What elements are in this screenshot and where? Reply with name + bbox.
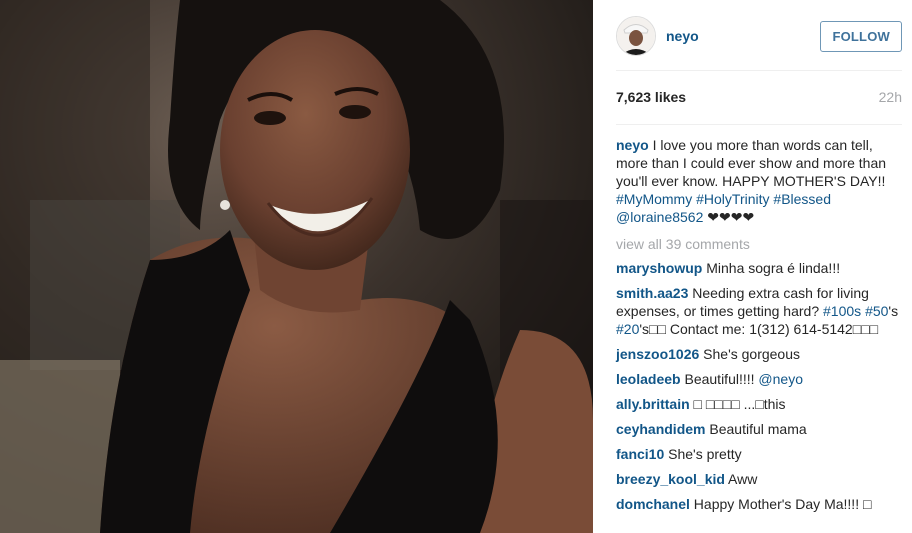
comment-text: 's□□ Contact me: 1(312) 614-5142□□□: [639, 321, 879, 337]
comment: smith.aa23 Needing extra cash for living…: [616, 284, 902, 338]
comment-text: □ □□□□ ...□this: [689, 396, 786, 412]
hashtag-link[interactable]: #Blessed: [773, 191, 831, 207]
comment-text: Happy Mother's Day Ma!!!! □: [689, 496, 872, 512]
view-all-comments-link[interactable]: view all 39 comments: [616, 236, 902, 252]
avatar-image: [617, 17, 655, 55]
comment: ally.brittain □ □□□□ ...□this: [616, 395, 902, 413]
hashtag-link[interactable]: #100s: [823, 303, 861, 319]
comment-text: Minha sogra é linda!!!: [702, 260, 841, 276]
caption-hearts: ❤❤❤❤: [703, 209, 755, 225]
hashtag-link[interactable]: #50: [865, 303, 888, 319]
comment-text: Aww: [724, 471, 758, 487]
comment-username[interactable]: fanci10: [616, 446, 664, 462]
comment-username[interactable]: ally.brittain: [616, 396, 690, 412]
comment: domchanel Happy Mother's Day Ma!!!! □: [616, 495, 902, 513]
mention-link[interactable]: @neyo: [758, 371, 803, 387]
caption: neyo I love you more than words can tell…: [616, 136, 902, 226]
like-count[interactable]: 7,623 likes: [616, 89, 686, 105]
divider: [616, 124, 902, 125]
caption-username[interactable]: neyo: [616, 137, 649, 153]
comment-text: Beautiful!!!!: [680, 371, 759, 387]
comment-username[interactable]: breezy_kool_kid: [616, 471, 725, 487]
likes-row: 7,623 likes 22h: [616, 89, 902, 105]
comment: breezy_kool_kid Aww: [616, 470, 902, 488]
post-header: neyo FOLLOW: [616, 0, 902, 71]
comment-username[interactable]: domchanel: [616, 496, 690, 512]
post-time[interactable]: 22h: [879, 89, 902, 105]
hashtag-link[interactable]: #20: [616, 321, 639, 337]
comment: ceyhandidem Beautiful mama: [616, 420, 902, 438]
comment-text: She's pretty: [664, 446, 742, 462]
comment-text: 's: [888, 303, 899, 319]
comment-text: She's gorgeous: [699, 346, 801, 362]
follow-button[interactable]: FOLLOW: [820, 20, 902, 52]
comment-text: Beautiful mama: [705, 421, 807, 437]
post-photo[interactable]: [0, 0, 593, 533]
comment-username[interactable]: leoladeeb: [616, 371, 681, 387]
caption-text: I love you more than words can tell, mor…: [616, 137, 887, 189]
comment: leoladeeb Beautiful!!!! @neyo: [616, 370, 902, 388]
mention-link[interactable]: @loraine8562: [616, 209, 703, 225]
username-link[interactable]: neyo: [666, 28, 699, 44]
hashtag-link[interactable]: #HolyTrinity: [696, 191, 769, 207]
comment: fanci10 She's pretty: [616, 445, 902, 463]
comment-username[interactable]: smith.aa23: [616, 285, 688, 301]
selfie-image: [0, 0, 593, 533]
hashtag-link[interactable]: #MyMommy: [616, 191, 692, 207]
comment: maryshowup Minha sogra é linda!!!: [616, 259, 902, 277]
comment-username[interactable]: jenszoo1026: [616, 346, 699, 362]
avatar[interactable]: [616, 16, 656, 56]
comment-username[interactable]: ceyhandidem: [616, 421, 705, 437]
post-side-panel: neyo FOLLOW 7,623 likes 22h neyo I love …: [593, 0, 912, 533]
comment-username[interactable]: maryshowup: [616, 260, 702, 276]
comment: jenszoo1026 She's gorgeous: [616, 345, 902, 363]
